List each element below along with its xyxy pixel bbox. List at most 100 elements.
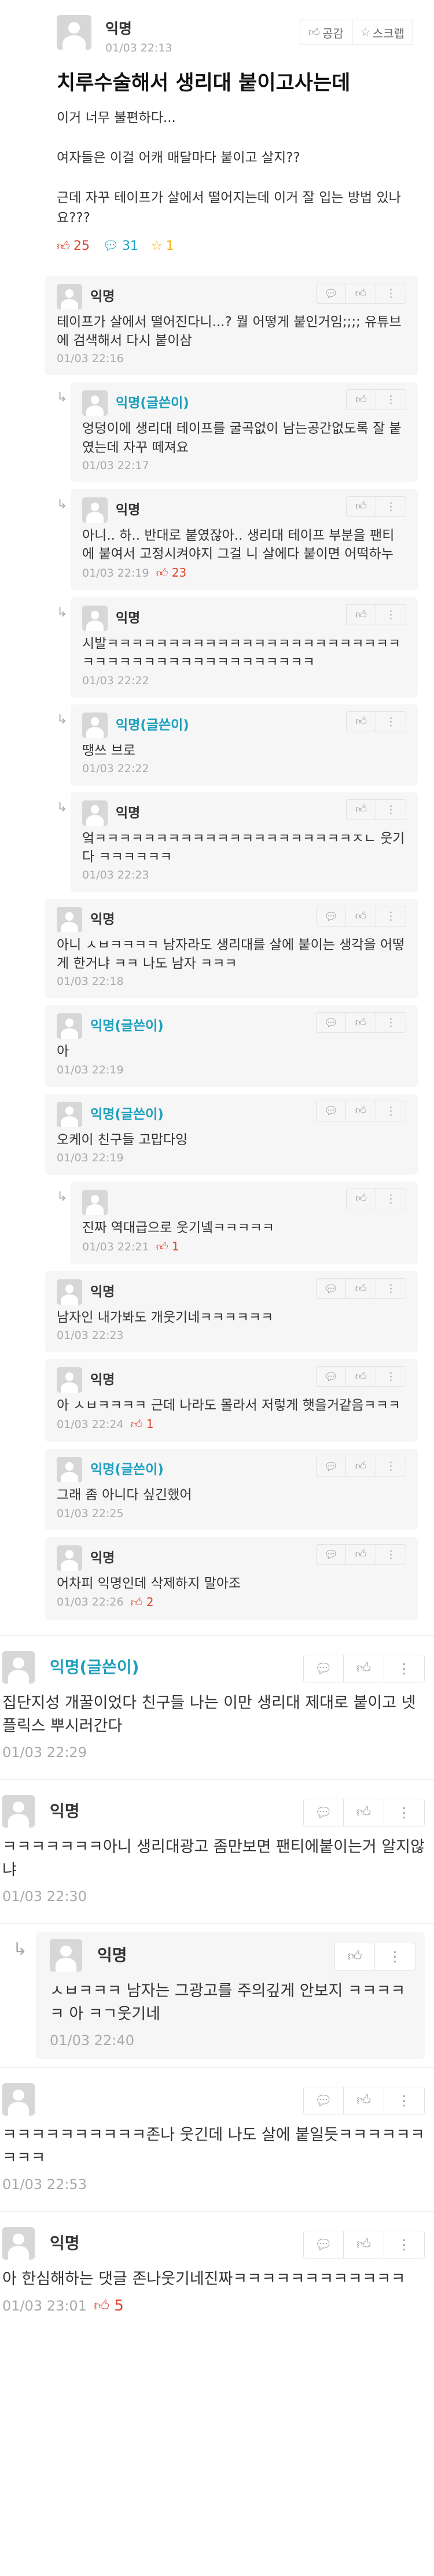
comment-like-button[interactable]: 👍︎ xyxy=(346,604,376,626)
comment-more-button[interactable]: ⋮ xyxy=(376,1544,406,1565)
reply-button[interactable]: 💬︎ xyxy=(316,1278,346,1299)
comment-count-value: 31 xyxy=(122,239,138,253)
reply-button[interactable]: 💬︎ xyxy=(316,1544,346,1565)
comment-more-button[interactable]: ⋮ xyxy=(376,604,406,626)
avatar xyxy=(57,284,82,309)
avatar xyxy=(57,1279,82,1305)
comment-like-button[interactable]: 👍︎ xyxy=(344,2230,384,2258)
comment-more-button[interactable]: ⋮ xyxy=(376,496,406,517)
comment-like-value: 23 xyxy=(171,566,187,580)
comment-like-button[interactable]: 👍︎ xyxy=(346,283,376,304)
speech-bubble-icon: 💬︎ xyxy=(323,1548,339,1562)
comment-more-button[interactable]: ⋮ xyxy=(375,1942,415,1970)
speech-bubble-icon: 💬︎ xyxy=(323,1370,339,1383)
avatar xyxy=(82,800,108,826)
comment-text: 진짜 역대급으로 웃기넼ㅋㅋㅋㅋㅋ xyxy=(82,1220,275,1235)
comment-text: ㅋㅋㅋㅋㅋㅋㅋㅋㅋㅋ존나 웃긴데 나도 살에 붙일듯ㅋㅋㅋㅋㅋㅋㅋㅋㅋ xyxy=(2,2125,425,2168)
comment-more-button[interactable]: ⋮ xyxy=(376,1188,406,1209)
comment-time: 01/03 23:01 xyxy=(2,2297,87,2314)
reply-button[interactable]: 💬︎ xyxy=(303,2086,344,2114)
comment-more-button[interactable]: ⋮ xyxy=(376,1366,406,1387)
scrap-button[interactable]: ☆ 스크랩 xyxy=(352,20,413,45)
reply-button[interactable]: 💬︎ xyxy=(303,1798,344,1826)
comment: 익명 💬︎ 👍︎ ⋮ 아 ㅅㅂㅋㅋㅋㅋ 근데 나라도 몰라서 저렇게 햇을거같음ㅋㅋㅋ 0… xyxy=(45,1359,418,1442)
comment-text: ㅅㅂㅋㅋㅋ 남자는 그광고를 주의깊게 안보지 ㅋㅋㅋㅋㅋ 아 ㅋㄱ웃기네 xyxy=(50,1981,406,2024)
thumb-up-icon: 👍︎ xyxy=(355,909,367,922)
comment-text: 아 ㅅㅂㅋㅋㅋㅋ 근데 나라도 몰라서 저렇게 햇을거같음ㅋㅋㅋ xyxy=(57,1398,401,1414)
comment-time: 01/03 22:26 xyxy=(57,1596,124,1609)
reply-button[interactable]: 💬︎ xyxy=(316,1012,346,1034)
comment-like-button[interactable]: 👍︎ xyxy=(346,1100,376,1121)
comment-like-button[interactable]: 👍︎ xyxy=(344,1798,384,1826)
avatar xyxy=(2,2083,35,2116)
comment-more-button[interactable]: ⋮ xyxy=(384,2086,425,2114)
more-vertical-icon: ⋮ xyxy=(385,1370,396,1383)
speech-bubble-icon: 💬︎ xyxy=(323,1105,339,1118)
comment-like-button[interactable]: 👍︎ xyxy=(346,1012,376,1034)
reply-button[interactable]: 💬︎ xyxy=(303,2230,344,2258)
comment-box: 익명(글쓴이) 💬︎ 👍︎ ⋮ 그래 좀 아니다 싶긴했어 01/03 22:25 xyxy=(45,1449,418,1530)
more-vertical-icon: ⋮ xyxy=(385,1192,396,1205)
comment-like-button[interactable]: 👍︎ xyxy=(346,906,376,927)
comment-more-button[interactable]: ⋮ xyxy=(376,799,406,820)
reply-button[interactable]: 💬︎ xyxy=(316,1456,346,1477)
comment-like-button[interactable]: 👍︎ xyxy=(346,1544,376,1565)
reply-comment: ↳ 익명 👍︎ ⋮ 시발ㅋㅋㅋㅋㅋㅋㅋㅋㅋㅋㅋㅋㅋㅋㅋㅋㅋㅋㅋㅋㅋㅋㅋㅋㅋㅋㅋㅋㅋㅋㅋㅋ… xyxy=(57,597,418,697)
comment-text: 남자인 내가봐도 개웃기네ㅋㅋㅋㅋㅋㅋ xyxy=(57,1310,274,1325)
comment-more-button[interactable]: ⋮ xyxy=(384,1654,425,1682)
comment-more-button[interactable]: ⋮ xyxy=(384,1798,425,1826)
like-button[interactable]: 👍︎ 공감 xyxy=(300,20,352,45)
comment-like-button[interactable]: 👍︎ xyxy=(346,1366,376,1387)
comment-actions: 💬︎ 👍︎ ⋮ xyxy=(316,1456,406,1477)
avatar xyxy=(82,497,108,523)
reply-comment: ↳ 👍︎ ⋮ 진짜 역대급으로 웃기넼ㅋㅋㅋㅋㅋ 01/03 22:21 👍︎ 1 xyxy=(57,1181,418,1264)
comment-more-button[interactable]: ⋮ xyxy=(376,1012,406,1034)
comment-like-count: 👍︎ 1 xyxy=(156,1239,179,1254)
thumb-up-icon: 👍︎ xyxy=(356,2092,372,2109)
comment-more-button[interactable]: ⋮ xyxy=(376,711,406,732)
comment-like-value: 2 xyxy=(146,1595,154,1609)
comment-like-button[interactable]: 👍︎ xyxy=(346,1188,376,1209)
reply-button[interactable]: 💬︎ xyxy=(303,1654,344,1682)
comment-meta: 01/03 22:17 xyxy=(82,459,406,472)
comment-time: 01/03 22:17 xyxy=(82,459,149,472)
comment-more-button[interactable]: ⋮ xyxy=(384,2230,425,2258)
comment-like-button[interactable]: 👍︎ xyxy=(346,496,376,517)
reply-button[interactable]: 💬︎ xyxy=(316,1366,346,1387)
divider xyxy=(0,2210,434,2212)
thumb-up-icon: 👍︎ xyxy=(57,239,70,254)
comment-like-button[interactable]: 👍︎ xyxy=(344,1654,384,1682)
comment-more-button[interactable]: ⋮ xyxy=(376,1100,406,1121)
more-vertical-icon: ⋮ xyxy=(388,1948,402,1965)
comment-actions: 👍︎ ⋮ xyxy=(346,389,406,411)
comment-more-button[interactable]: ⋮ xyxy=(376,389,406,411)
comment-text: 시발ㅋㅋㅋㅋㅋㅋㅋㅋㅋㅋㅋㅋㅋㅋㅋㅋㅋㅋㅋㅋㅋㅋㅋㅋㅋㅋㅋㅋㅋㅋㅋㅋㅋㅋㅋㅋㅋㅋ… xyxy=(82,636,401,670)
reply-button[interactable]: 💬︎ xyxy=(316,283,346,304)
comment-like-button[interactable]: 👍︎ xyxy=(346,711,376,732)
reply-button[interactable]: 💬︎ xyxy=(316,906,346,927)
comment: 익명(글쓴이) 💬︎ 👍︎ ⋮ 오케이 친구들 고맙다잉 01/03 22:19 xyxy=(45,1093,418,1175)
comment-more-button[interactable]: ⋮ xyxy=(376,1278,406,1299)
comment-like-button[interactable]: 👍︎ xyxy=(346,799,376,820)
comment-like-button[interactable]: 👍︎ xyxy=(344,2086,384,2114)
comment-actions: 💬︎ 👍︎ ⋮ xyxy=(316,1100,406,1121)
comment-like-button[interactable]: 👍︎ xyxy=(346,389,376,411)
comment: 익명 💬︎ 👍︎ ⋮ 테이프가 살에서 떨어진다니...? 뭘 어떻게 붙인거임;;;;… xyxy=(45,276,418,376)
speech-bubble-icon: 💬︎ xyxy=(314,2092,333,2109)
comment-more-button[interactable]: ⋮ xyxy=(376,283,406,304)
thumb-up-icon: 👍︎ xyxy=(355,1104,367,1117)
thumb-up-icon: 👍︎ xyxy=(356,2236,372,2253)
comment-more-button[interactable]: ⋮ xyxy=(376,906,406,927)
comment-time: 01/03 22:53 xyxy=(2,2176,87,2193)
comment-like-button[interactable]: 👍︎ xyxy=(346,1278,376,1299)
comment-meta: 01/03 22:18 xyxy=(57,975,406,988)
comment-like-button[interactable]: 👍︎ xyxy=(346,1456,376,1477)
like-label: 공감 xyxy=(322,26,344,40)
comment-actions: 👍︎ ⋮ xyxy=(346,711,406,732)
comment-more-button[interactable]: ⋮ xyxy=(376,1456,406,1477)
comment-like-button[interactable]: 👍︎ xyxy=(334,1942,375,1970)
reply-button[interactable]: 💬︎ xyxy=(316,1100,346,1121)
